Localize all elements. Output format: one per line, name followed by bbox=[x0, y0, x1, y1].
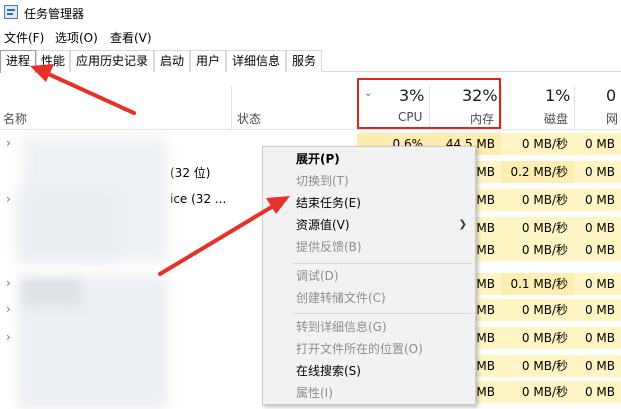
menu-divider bbox=[293, 263, 471, 264]
network-cell: 0 MB bbox=[574, 381, 621, 403]
expand-chevron-icon[interactable]: › bbox=[6, 136, 11, 150]
tab-startup[interactable]: 启动 bbox=[154, 50, 190, 72]
disk-cell: 0.1 MB/秒 bbox=[501, 273, 574, 295]
tab-app-history[interactable]: 应用历史记录 bbox=[70, 50, 154, 72]
redacted-area bbox=[22, 279, 82, 307]
disk-cell: 0 MB/秒 bbox=[501, 299, 574, 321]
menu-resource-values[interactable]: 资源值(V) ❯ bbox=[263, 214, 475, 236]
menu-resource-values-label: 资源值(V) bbox=[296, 218, 350, 232]
expand-chevron-icon[interactable]: › bbox=[6, 302, 11, 316]
disk-cell: 0 MB/秒 bbox=[501, 355, 574, 377]
tab-services[interactable]: 服务 bbox=[286, 50, 322, 72]
expand-chevron-icon[interactable]: › bbox=[6, 330, 11, 344]
menu-properties: 属性(I) bbox=[296, 386, 333, 400]
network-cell: 0 MB bbox=[574, 133, 621, 155]
network-cell: 0 MB bbox=[574, 239, 621, 261]
tab-bar: 进程 性能 应用历史记录 启动 用户 详细信息 服务 bbox=[0, 50, 621, 73]
menu-view[interactable]: 查看(V) bbox=[110, 29, 152, 46]
column-separator bbox=[231, 86, 232, 130]
disk-cell: 0.2 MB/秒 bbox=[501, 161, 574, 183]
column-network[interactable]: 网 bbox=[606, 110, 618, 127]
menu-open-location: 打开文件所在的位置(O) bbox=[296, 342, 423, 356]
network-percent[interactable]: 0 bbox=[606, 86, 616, 105]
network-cell: 0 MB bbox=[574, 299, 621, 321]
disk-cell: 0 MB/秒 bbox=[501, 189, 574, 211]
column-header: 名称 状态 3% CPU 32% 内存 1% 磁盘 0 网 bbox=[0, 74, 621, 130]
tab-processes[interactable]: 进程 bbox=[0, 50, 36, 73]
disk-cell: 0 MB/秒 bbox=[501, 327, 574, 349]
cpu-memory-highlight bbox=[357, 78, 501, 129]
expand-chevron-icon[interactable]: › bbox=[6, 192, 11, 206]
menu-search-online[interactable]: 在线搜索(S) bbox=[263, 360, 475, 382]
window-title: 任务管理器 bbox=[24, 7, 85, 21]
expand-chevron-icon[interactable]: › bbox=[6, 276, 11, 290]
menu-create-dump: 创建转储文件(C) bbox=[296, 291, 386, 305]
network-cell: 0 MB bbox=[574, 355, 621, 377]
menu-debug: 调试(D) bbox=[296, 269, 339, 283]
menu-feedback: 提供反馈(B) bbox=[296, 240, 362, 254]
menu-go-to-details: 转到详细信息(G) bbox=[296, 320, 387, 334]
menu-options[interactable]: 选项(O) bbox=[55, 29, 98, 46]
task-manager-icon bbox=[4, 5, 18, 19]
column-name[interactable]: 名称 bbox=[3, 110, 27, 127]
column-separator bbox=[501, 86, 502, 130]
context-menu: 展开(P) 切换到(T) 结束任务(E) 资源值(V) ❯ 提供反馈(B) 调试… bbox=[262, 146, 476, 405]
tab-users[interactable]: 用户 bbox=[190, 50, 226, 72]
network-cell: 0 MB bbox=[574, 161, 621, 183]
disk-cell: 0 MB/秒 bbox=[501, 133, 574, 155]
disk-cell: 0 MB/秒 bbox=[501, 239, 574, 261]
redacted-area bbox=[18, 190, 118, 260]
network-cell: 0 MB bbox=[574, 327, 621, 349]
menu-expand[interactable]: 展开(P) bbox=[263, 148, 475, 170]
menu-switch-to: 切换到(T) bbox=[296, 174, 349, 188]
menu-file[interactable]: 文件(F) bbox=[4, 29, 44, 46]
menu-end-task[interactable]: 结束任务(E) bbox=[263, 192, 475, 214]
column-disk[interactable]: 磁盘 bbox=[544, 110, 568, 127]
tab-details[interactable]: 详细信息 bbox=[226, 50, 286, 72]
network-cell: 0 MB bbox=[574, 217, 621, 239]
network-cell: 0 MB bbox=[574, 273, 621, 295]
disk-cell: 0 MB/秒 bbox=[501, 217, 574, 239]
process-name: (32 位) bbox=[170, 166, 211, 180]
disk-percent[interactable]: 1% bbox=[545, 86, 570, 105]
title-bar: 任务管理器 bbox=[0, 0, 621, 26]
process-name: ice (32 ... bbox=[170, 192, 227, 206]
disk-cell: 0 MB/秒 bbox=[501, 381, 574, 403]
submenu-arrow-icon: ❯ bbox=[458, 219, 467, 230]
column-status[interactable]: 状态 bbox=[237, 110, 261, 127]
menu-bar: 文件(F) 选项(O) 查看(V) bbox=[0, 26, 621, 46]
column-separator bbox=[574, 86, 575, 130]
network-cell: 0 MB bbox=[574, 189, 621, 211]
tab-performance[interactable]: 性能 bbox=[36, 50, 70, 72]
menu-divider bbox=[293, 313, 471, 314]
